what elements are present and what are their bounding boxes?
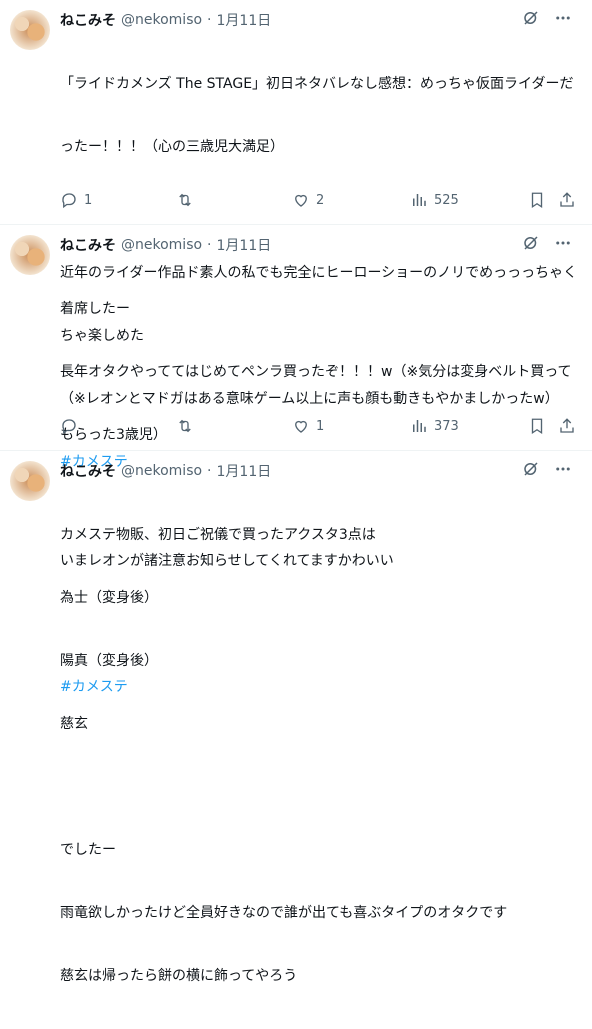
- bookmark-button[interactable]: [528, 417, 546, 435]
- separator-dot: ·: [207, 237, 212, 253]
- tweet-date[interactable]: 1月11日: [217, 461, 272, 481]
- views-icon: [410, 191, 428, 209]
- grok-icon[interactable]: [522, 9, 540, 27]
- avatar[interactable]: [10, 10, 50, 50]
- reply-icon: [60, 417, 78, 435]
- user-handle[interactable]: @nekomiso: [121, 237, 202, 253]
- tweet-line: でしたー: [60, 842, 116, 858]
- tweet-header: ねこみそ @nekomiso · 1月11日: [60, 235, 582, 255]
- action-bar: 1 2 525: [60, 190, 578, 210]
- tweet-line: 慈玄: [60, 716, 88, 732]
- like-button[interactable]: 1: [292, 417, 324, 435]
- display-name[interactable]: ねこみそ: [60, 461, 116, 481]
- views-button[interactable]: 373: [410, 417, 459, 435]
- tweet-header: ねこみそ @nekomiso · 1月11日: [60, 10, 582, 30]
- tweet-text: カメステ物販、初日ご祝儀で買ったアクスタ3点は 為士（変身後） 陽真（変身後） …: [60, 483, 580, 1029]
- display-name[interactable]: ねこみそ: [60, 235, 116, 255]
- tweet-line: カメステ物販、初日ご祝儀で買ったアクスタ3点は: [60, 527, 376, 543]
- action-bar: 1 373: [60, 416, 578, 436]
- like-count: 2: [316, 192, 325, 208]
- tweet-line: 為士（変身後）: [60, 590, 158, 606]
- avatar[interactable]: [10, 461, 50, 501]
- reply-button[interactable]: 1: [60, 191, 92, 209]
- tweet-line: ったー！！！（心の三歳児大満足）: [60, 139, 284, 155]
- bookmark-icon: [528, 417, 546, 435]
- views-count: 525: [434, 192, 459, 208]
- tweet[interactable]: ねこみそ @nekomiso · 1月11日 カメステ物販、初日ご祝儀で買ったア…: [0, 451, 592, 984]
- like-icon: [292, 191, 310, 209]
- share-button[interactable]: [558, 191, 576, 209]
- share-icon: [558, 191, 576, 209]
- tweet[interactable]: ねこみそ @nekomiso · 1月11日 着席したー 長年オタクやっててはじ…: [0, 225, 592, 695]
- like-count: 1: [316, 418, 325, 434]
- tweet-line: 長年オタクやっててはじめてペンラ買ったぞ！！！w（※気分は変身ベルト買って: [60, 364, 572, 380]
- tweet-line: 着席したー: [60, 301, 130, 317]
- tweet-line: 「ライドカメンズ The STAGE」初日ネタバレなし感想：めっちゃ仮面ライダー…: [60, 76, 574, 92]
- views-button[interactable]: 525: [410, 191, 459, 209]
- share-icon: [558, 417, 576, 435]
- reply-button[interactable]: [60, 417, 84, 435]
- tweet-date[interactable]: 1月11日: [217, 235, 272, 255]
- like-icon: [292, 417, 310, 435]
- retweet-icon: [176, 191, 194, 209]
- avatar[interactable]: [10, 235, 50, 275]
- tweet-header: ねこみそ @nekomiso · 1月11日: [60, 461, 582, 481]
- more-icon[interactable]: [554, 9, 572, 27]
- bookmark-icon: [528, 191, 546, 209]
- separator-dot: ·: [207, 12, 212, 28]
- tweet-date[interactable]: 1月11日: [217, 10, 272, 30]
- tweet-line: 雨竜欲しかったけど全員好きなので誰が出ても喜ぶタイプのオタクです: [60, 905, 508, 921]
- retweet-button[interactable]: [176, 417, 200, 435]
- more-icon[interactable]: [554, 234, 572, 252]
- retweet-button[interactable]: [176, 191, 200, 209]
- views-count: 373: [434, 418, 459, 434]
- user-handle[interactable]: @nekomiso: [121, 463, 202, 479]
- separator-dot: ·: [207, 463, 212, 479]
- tweet-line: [60, 777, 580, 798]
- reply-count: 1: [84, 192, 93, 208]
- views-icon: [410, 417, 428, 435]
- share-button[interactable]: [558, 417, 576, 435]
- more-icon[interactable]: [554, 460, 572, 478]
- retweet-icon: [176, 417, 194, 435]
- display-name[interactable]: ねこみそ: [60, 10, 116, 30]
- tweet-line: 陽真（変身後）: [60, 653, 158, 669]
- reply-icon: [60, 191, 78, 209]
- like-button[interactable]: 2: [292, 191, 324, 209]
- tweet[interactable]: ねこみそ @nekomiso · 1月11日 「ライドカメンズ The STAG…: [0, 0, 592, 470]
- tweet-line: 慈玄は帰ったら餅の横に飾ってやろう: [60, 968, 298, 984]
- bookmark-button[interactable]: [528, 191, 546, 209]
- grok-icon[interactable]: [522, 234, 540, 252]
- user-handle[interactable]: @nekomiso: [121, 12, 202, 28]
- grok-icon[interactable]: [522, 460, 540, 478]
